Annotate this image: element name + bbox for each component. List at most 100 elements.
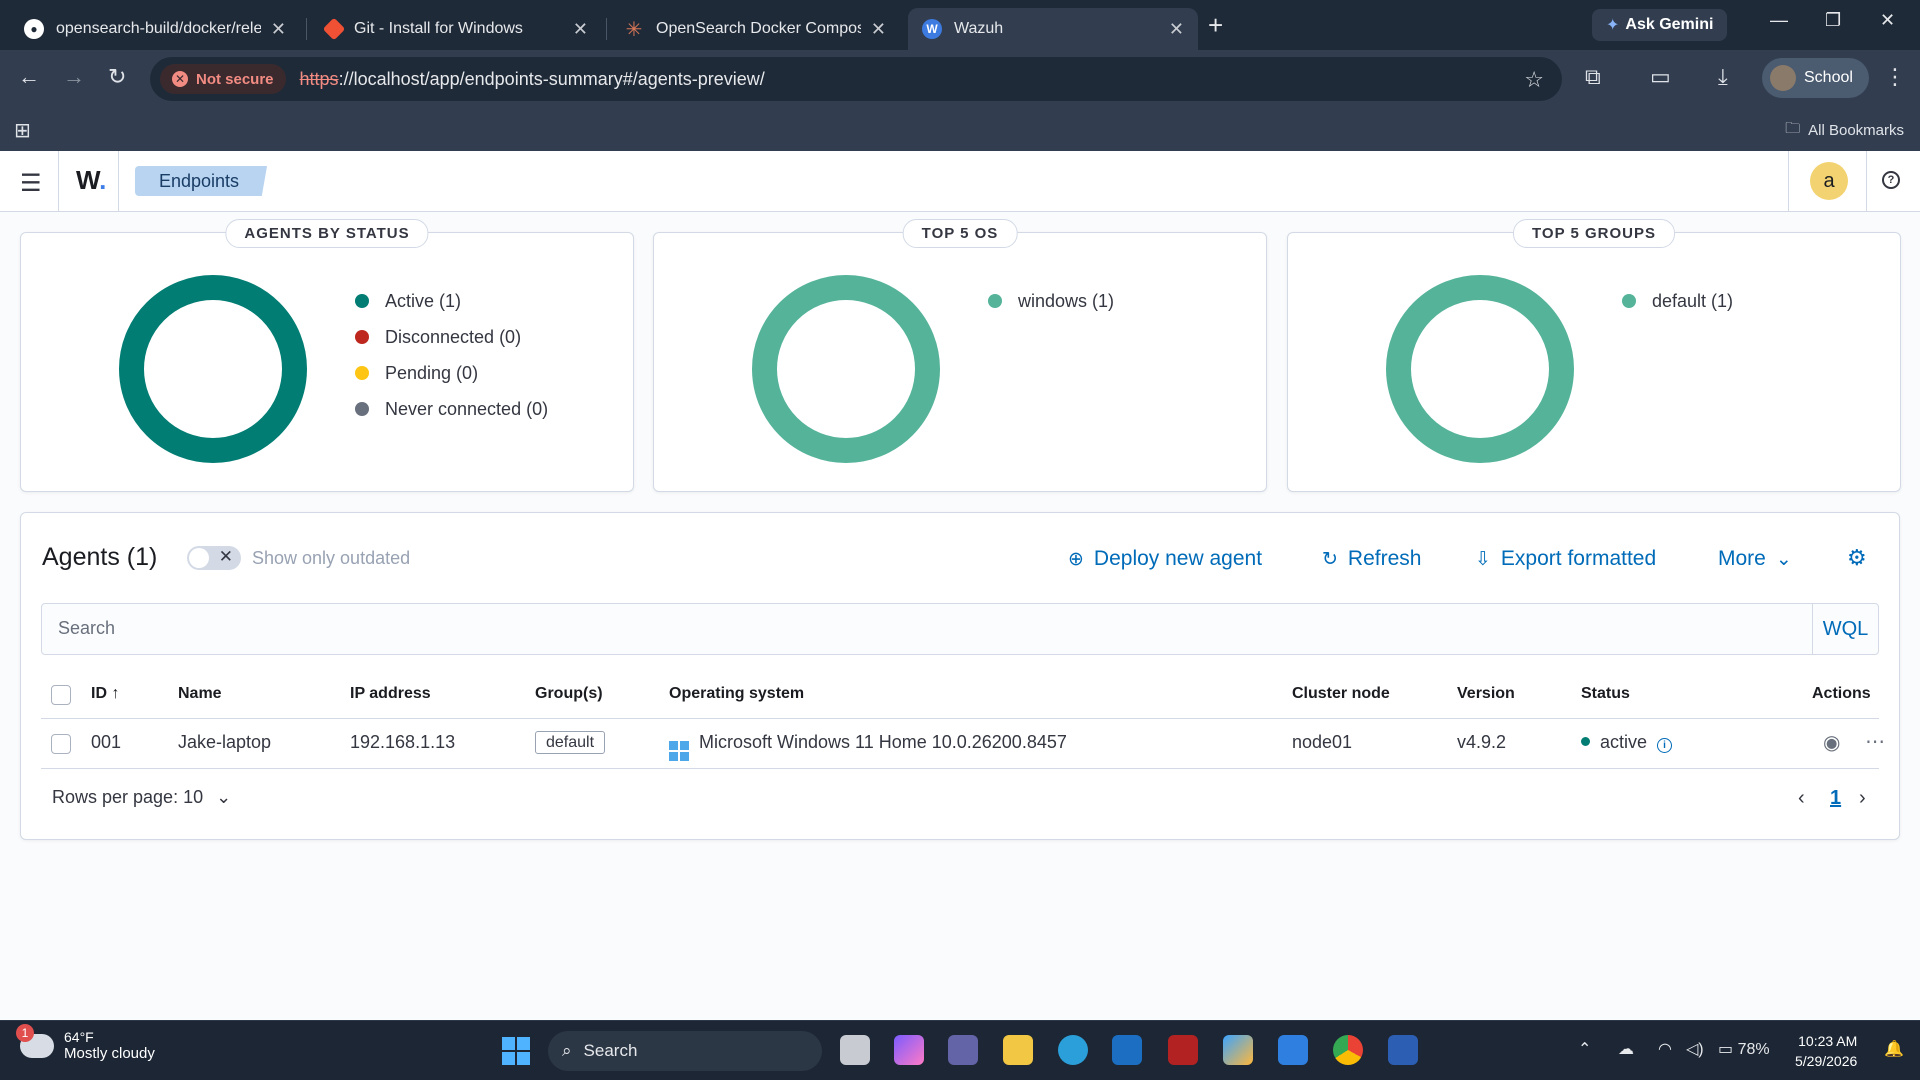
eye-icon[interactable]: ◉	[1823, 730, 1840, 755]
teams-icon[interactable]	[948, 1035, 978, 1065]
back-icon[interactable]: ←	[18, 64, 40, 90]
tab-opensearch-build[interactable]: ● opensearch-build/docker/release ✕	[10, 8, 300, 50]
chrome-icon[interactable]	[1333, 1035, 1363, 1065]
select-all-checkbox[interactable]	[51, 685, 71, 705]
weather-widget[interactable]: 1 64°F Mostly cloudy	[16, 1023, 155, 1062]
reload-icon[interactable]: ↻	[108, 64, 126, 90]
agent-ip: 192.168.1.13	[350, 732, 456, 752]
legend-item-disconnected[interactable]: Disconnected (0)	[355, 319, 548, 355]
gear-icon[interactable]: ⚙	[1847, 545, 1867, 571]
group-badge[interactable]: default	[535, 731, 606, 754]
gemini-icon: ✦	[1606, 17, 1620, 34]
panel-title: TOP 5 GROUPS	[1513, 219, 1675, 248]
close-window-icon[interactable]: ✕	[1880, 10, 1895, 31]
column-groups[interactable]: Group(s)	[535, 685, 603, 703]
omnibox[interactable]: ✕ Not secure https://localhost/app/endpo…	[150, 57, 1562, 101]
taskbar-search[interactable]: ⌕ Search	[548, 1031, 822, 1071]
column-version[interactable]: Version	[1457, 685, 1515, 703]
extensions-icon[interactable]: ⧉	[1585, 64, 1601, 90]
tab-wazuh[interactable]: W Wazuh ✕	[908, 8, 1198, 50]
battery-widget[interactable]: ▭ 78%	[1718, 1039, 1770, 1059]
outlook-icon[interactable]	[1112, 1035, 1142, 1065]
breadcrumb-endpoints[interactable]: Endpoints	[135, 166, 268, 196]
toggle-knob	[189, 548, 209, 568]
store-icon[interactable]	[1278, 1035, 1308, 1065]
legend-item-active[interactable]: Active (1)	[355, 283, 548, 319]
hamburger-menu-icon[interactable]: ☰	[20, 169, 42, 198]
search-input[interactable]: Search WQL	[41, 603, 1879, 655]
legend-item-windows[interactable]: windows (1)	[988, 283, 1114, 319]
edge-icon[interactable]	[1058, 1035, 1088, 1065]
wifi-icon[interactable]: ◠	[1658, 1039, 1672, 1059]
close-icon[interactable]: ✕	[271, 19, 286, 40]
prev-page-icon[interactable]: ‹	[1798, 787, 1805, 810]
agent-cluster-node: node01	[1292, 732, 1353, 752]
app-icon[interactable]	[1168, 1035, 1198, 1065]
os-donut-chart[interactable]	[752, 275, 940, 463]
ask-gemini-button[interactable]: ✦ Ask Gemini	[1592, 9, 1728, 41]
groups-donut-chart[interactable]	[1386, 275, 1574, 463]
help-icon[interactable]: ?	[1882, 171, 1900, 189]
tab-git-install[interactable]: Git - Install for Windows ✕	[312, 8, 602, 50]
legend-item-default[interactable]: default (1)	[1622, 283, 1733, 319]
info-icon[interactable]: i	[1657, 738, 1673, 753]
chevron-up-icon[interactable]: ⌃	[1578, 1039, 1591, 1059]
file-explorer-icon[interactable]	[1003, 1035, 1033, 1065]
notification-bell-icon[interactable]: 🔔	[1884, 1039, 1904, 1059]
row-checkbox[interactable]	[51, 734, 71, 754]
menu-kebab-icon[interactable]: ⋮	[1884, 64, 1906, 90]
wazuh-logo[interactable]: W.	[76, 165, 106, 196]
more-button[interactable]: More ⌄	[1718, 547, 1792, 571]
tab-opensearch-docker[interactable]: ✳ OpenSearch Docker Compose ✕	[610, 8, 900, 50]
more-actions-icon[interactable]: ⋯	[1865, 729, 1885, 754]
apps-grid-icon[interactable]: ⊞	[14, 118, 31, 143]
clock[interactable]: 10:23 AM 5/29/2026	[1795, 1031, 1857, 1071]
bookmark-star-icon[interactable]: ☆	[1524, 67, 1544, 93]
agent-name: Jake-laptop	[178, 732, 272, 752]
user-avatar[interactable]: a	[1810, 162, 1848, 200]
refresh-button[interactable]: ↻ Refresh	[1322, 547, 1421, 571]
legend-dot	[355, 330, 369, 344]
column-status[interactable]: Status	[1581, 685, 1630, 703]
m365-icon[interactable]	[1223, 1035, 1253, 1065]
close-icon[interactable]: ✕	[871, 19, 886, 40]
cast-icon[interactable]: ▭	[1650, 64, 1671, 90]
column-os[interactable]: Operating system	[669, 685, 804, 703]
new-tab-icon[interactable]: +	[1208, 10, 1223, 41]
all-bookmarks-button[interactable]: 🗀 All Bookmarks	[1785, 118, 1904, 143]
export-formatted-button[interactable]: ⇩ Export formatted	[1475, 547, 1656, 571]
task-view-icon[interactable]	[840, 1035, 870, 1065]
download-icon[interactable]: ⤓	[1718, 64, 1728, 90]
profile-button[interactable]: School	[1762, 58, 1869, 98]
close-icon[interactable]: ✕	[573, 19, 588, 40]
column-cluster-node[interactable]: Cluster node	[1292, 685, 1390, 703]
wql-button[interactable]: WQL	[1812, 604, 1878, 654]
claude-icon: ✳	[625, 18, 643, 41]
legend-item-pending[interactable]: Pending (0)	[355, 355, 548, 391]
forward-icon[interactable]: →	[63, 64, 85, 90]
column-name[interactable]: Name	[178, 685, 222, 703]
bookmarks-bar: ⊞ 🗀 All Bookmarks	[0, 108, 1920, 151]
copilot-icon[interactable]	[894, 1035, 924, 1065]
close-icon[interactable]: ✕	[1169, 19, 1184, 40]
show-outdated-toggle[interactable]: ✕	[187, 546, 241, 570]
page-number[interactable]: 1	[1830, 787, 1841, 810]
deploy-new-agent-button[interactable]: ⊕ Deploy new agent	[1068, 547, 1262, 571]
next-page-icon[interactable]: ›	[1859, 787, 1866, 810]
table-row[interactable]: 001 Jake-laptop 192.168.1.13 default Mic…	[41, 719, 1885, 769]
powershell-icon[interactable]	[1388, 1035, 1418, 1065]
volume-icon[interactable]: ◁)	[1686, 1039, 1704, 1059]
rows-per-page-select[interactable]: Rows per page: 10 ⌄	[52, 787, 231, 808]
top-5-os-panel: TOP 5 OS windows (1)	[653, 219, 1267, 492]
minimize-icon[interactable]: —	[1770, 10, 1788, 31]
column-id[interactable]: ID ↑	[91, 685, 119, 703]
url-text[interactable]: https://localhost/app/endpoints-summary#…	[300, 69, 765, 90]
status-donut-chart[interactable]	[119, 275, 307, 463]
windows-start-icon[interactable]	[502, 1037, 530, 1065]
onedrive-icon[interactable]: ☁	[1618, 1039, 1634, 1059]
legend-item-never-connected[interactable]: Never connected (0)	[355, 391, 548, 427]
agents-by-status-panel: AGENTS BY STATUS Active (1) Disconnected…	[20, 219, 634, 492]
column-ip[interactable]: IP address	[350, 685, 431, 703]
not-secure-chip[interactable]: ✕ Not secure	[160, 64, 286, 94]
restore-icon[interactable]: ❐	[1825, 10, 1841, 31]
